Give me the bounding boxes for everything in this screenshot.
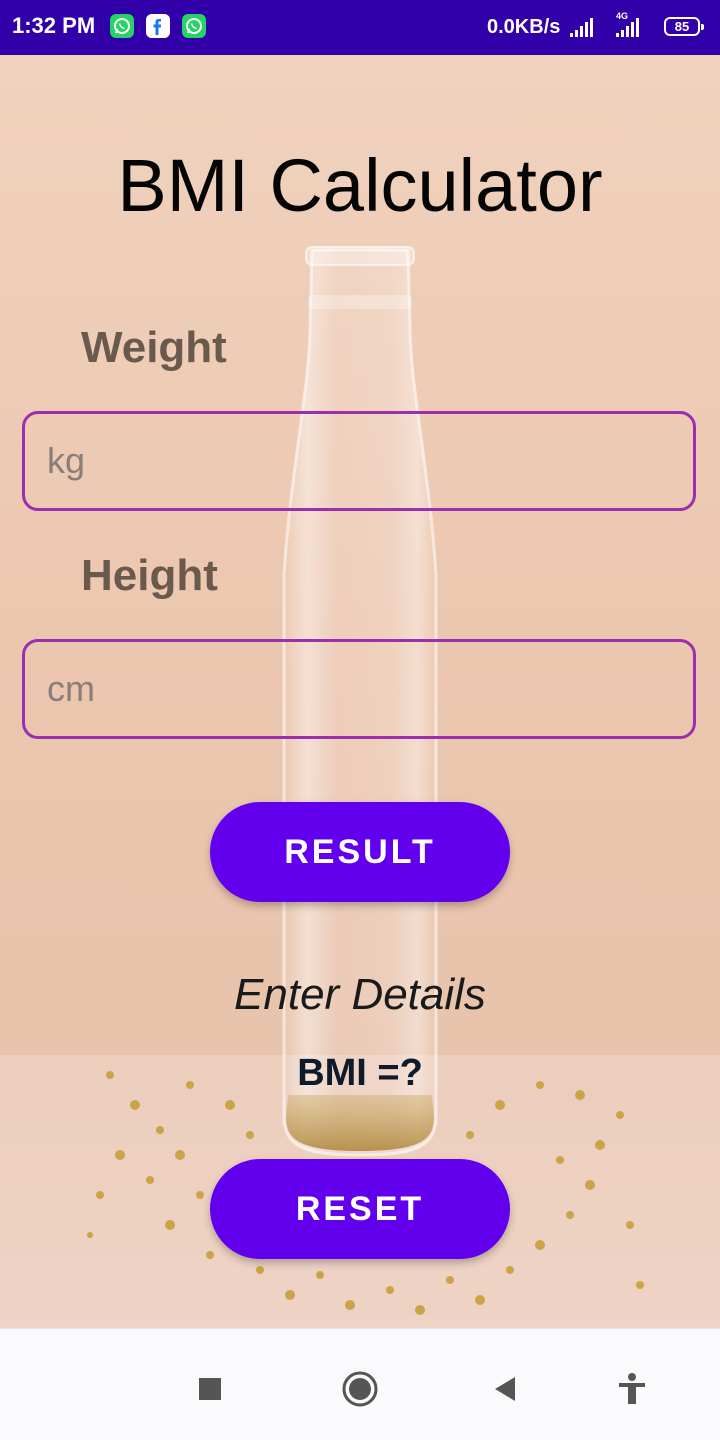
result-button[interactable]: RESULT [210, 802, 510, 902]
weight-label: Weight [81, 323, 227, 372]
network-speed: 0.0KB/s [487, 16, 561, 38]
facebook-icon [146, 14, 170, 38]
height-label: Height [81, 551, 218, 600]
status-time: 1:32 PM [12, 13, 96, 38]
height-input[interactable] [22, 639, 696, 739]
whatsapp-icon [182, 14, 206, 38]
back-icon[interactable] [486, 1369, 526, 1409]
weight-input[interactable] [22, 411, 696, 511]
app-title: BMI Calculator [117, 144, 603, 227]
status-message: Enter Details [234, 970, 486, 1019]
recents-icon[interactable] [190, 1369, 230, 1409]
bmi-result: BMI =? [297, 1052, 423, 1094]
screen: 1:32 PM 0.0KB/s 4G 85 BMI Calculator Wei… [0, 0, 720, 1440]
home-icon[interactable] [340, 1369, 380, 1409]
reset-button[interactable]: RESET [210, 1159, 510, 1259]
signal-icon [568, 16, 598, 38]
status-bar: 1:32 PM 0.0KB/s 4G 85 [0, 0, 720, 55]
accessibility-icon[interactable] [612, 1369, 652, 1409]
app-content: BMI Calculator Weight Height RESULT Ente… [0, 55, 720, 1328]
navigation-bar [0, 1328, 720, 1440]
whatsapp-icon [110, 14, 134, 38]
signal-icon [614, 16, 644, 38]
battery-level: 85 [674, 19, 690, 34]
battery-icon: 85 [664, 17, 704, 36]
